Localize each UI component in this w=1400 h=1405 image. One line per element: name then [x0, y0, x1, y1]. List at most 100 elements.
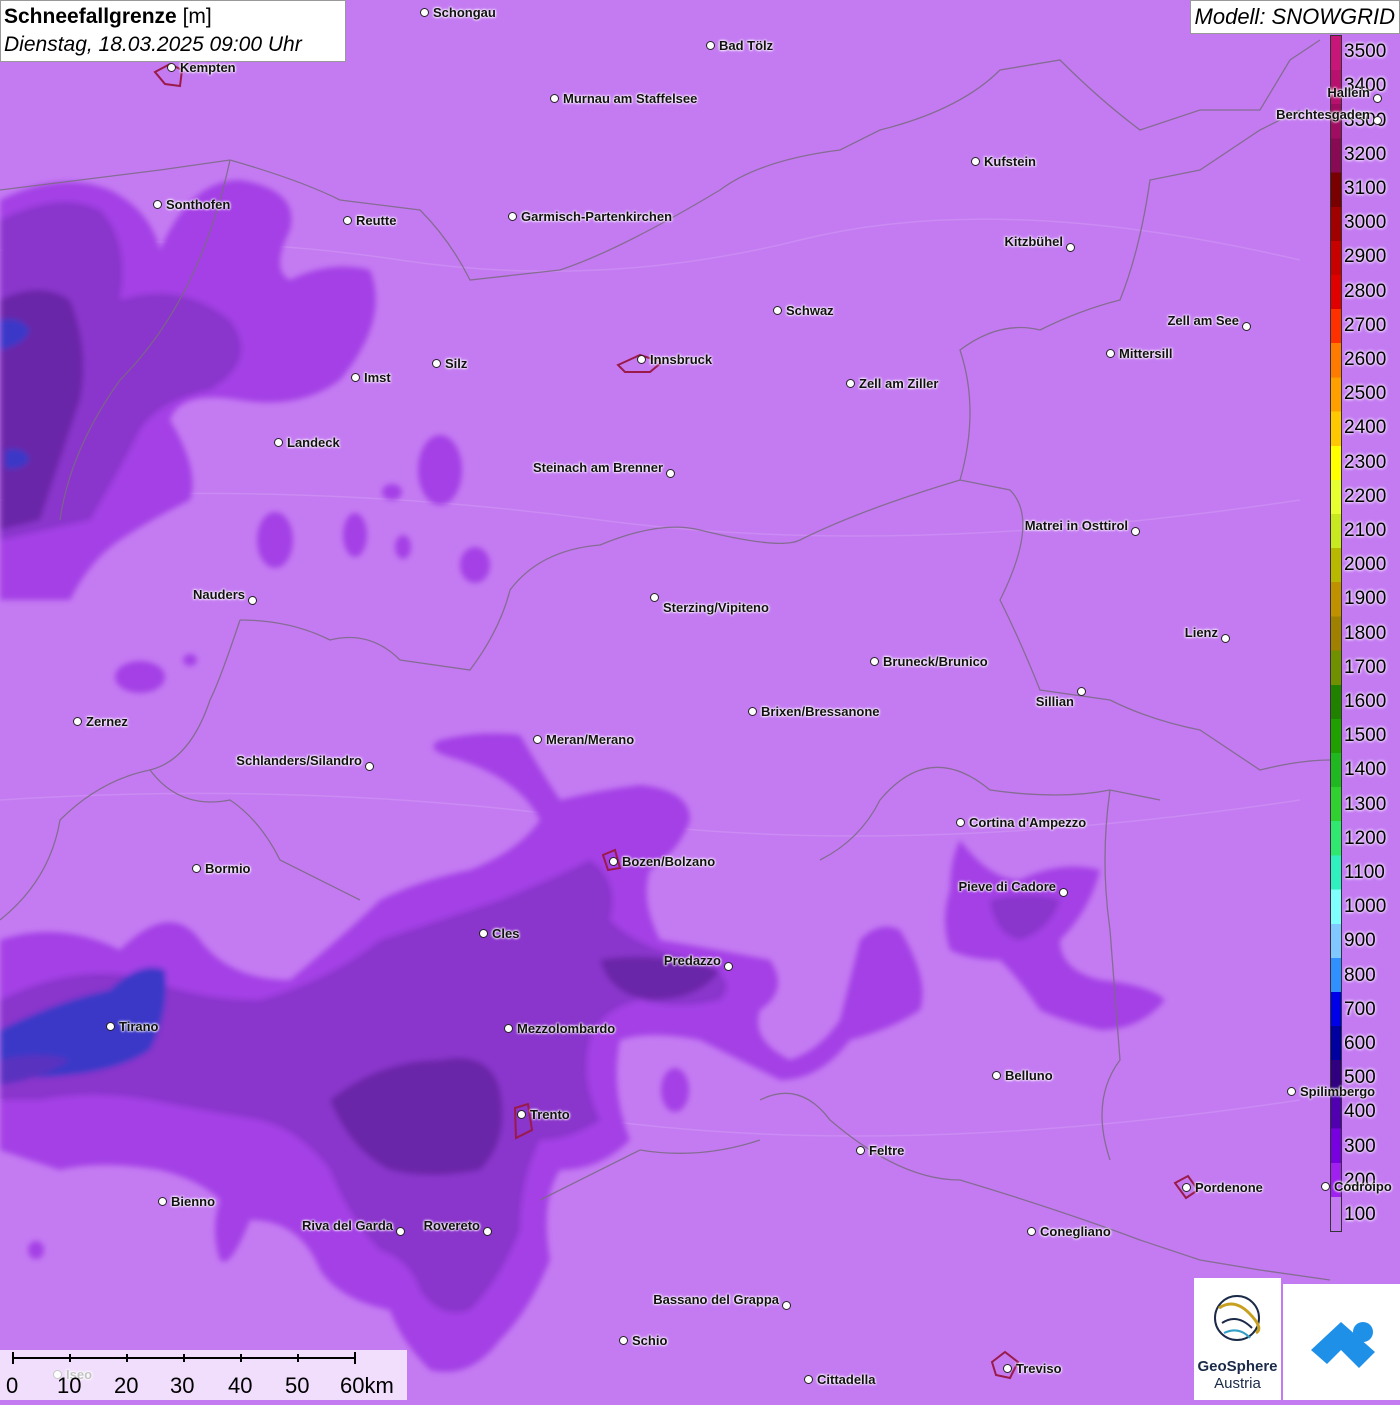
city-label: Imst [364, 370, 391, 385]
city-marker [550, 94, 559, 103]
city-marker [158, 1197, 167, 1206]
city-label: Landeck [287, 435, 340, 450]
city-marker [870, 657, 879, 666]
city-label: Brixen/Bressanone [761, 704, 880, 719]
city-label: Rovereto [423, 1218, 480, 1233]
legend-label: 300 [1344, 1135, 1376, 1157]
city-marker [748, 707, 757, 716]
legend-label: 1100 [1344, 861, 1385, 883]
app-logo[interactable] [1283, 1284, 1400, 1400]
legend-label: 2200 [1344, 485, 1387, 507]
city-label: Hallein [1327, 85, 1370, 100]
city-marker [396, 1227, 405, 1236]
geosphere-text-1: GeoSphere [1197, 1358, 1278, 1375]
city-label: Predazzo [663, 953, 721, 968]
city-marker [420, 8, 429, 17]
city-marker [1287, 1087, 1296, 1096]
legend-label: 1500 [1344, 725, 1387, 747]
city-marker [343, 216, 352, 225]
city-marker [365, 762, 374, 771]
legend-label: 100 [1344, 1203, 1376, 1225]
geosphere-logo[interactable]: GeoSphere Austria [1194, 1278, 1281, 1400]
model-label: Modell: SNOWGRID [1189, 0, 1400, 34]
geosphere-logo-icon [1214, 1295, 1261, 1341]
legend-label: 1600 [1344, 690, 1387, 712]
city-marker [992, 1071, 1001, 1080]
city-marker [517, 1110, 526, 1119]
legend-label: 900 [1344, 930, 1376, 952]
city-label: Sonthofen [166, 197, 231, 212]
city-label: Cles [492, 926, 520, 941]
city-marker [432, 359, 441, 368]
city-label: Spilimbergo [1300, 1084, 1376, 1099]
city-marker [637, 355, 646, 364]
legend-label: 2400 [1344, 417, 1387, 439]
city-label: Steinach am Brenner [532, 460, 663, 475]
legend-label: 1900 [1344, 588, 1387, 610]
legend-label: 800 [1344, 964, 1376, 986]
city-marker [508, 212, 517, 221]
city-marker [504, 1024, 513, 1033]
city-label: Feltre [869, 1143, 905, 1158]
city-marker [73, 717, 82, 726]
city-label: Murnau am Staffelsee [563, 91, 698, 106]
city-marker [666, 469, 675, 478]
city-label: Kufstein [984, 154, 1036, 169]
city-marker [782, 1301, 791, 1310]
city-label: Sterzing/Vipiteno [663, 600, 769, 615]
city-label: Lienz [1184, 625, 1218, 640]
scale-label: 60km [340, 1373, 394, 1398]
city-label: Kempten [180, 60, 236, 75]
city-label: Meran/Merano [546, 732, 635, 747]
scale-label: 20 [114, 1373, 139, 1398]
city-marker [650, 593, 659, 602]
legend-label: 2100 [1344, 519, 1387, 541]
legend-label: 2000 [1344, 554, 1387, 576]
city-marker [106, 1022, 115, 1031]
legend-label: 600 [1344, 1032, 1376, 1054]
city-marker [1182, 1183, 1191, 1192]
city-label: Schongau [433, 5, 496, 20]
city-marker [153, 200, 162, 209]
city-marker [479, 929, 488, 938]
city-label: Schwaz [786, 303, 834, 318]
legend-label: 700 [1344, 998, 1376, 1020]
city-label: Garmisch-Partenkirchen [521, 209, 673, 224]
scale-ticks [12, 1352, 356, 1364]
city-marker [609, 857, 618, 866]
legend-label: 2700 [1344, 314, 1387, 336]
city-marker [1066, 243, 1075, 252]
legend-label: 3500 [1344, 41, 1387, 63]
city-marker [248, 596, 257, 605]
city-label: Bormio [205, 861, 251, 876]
city-label: Treviso [1016, 1361, 1062, 1376]
city-label: Pieve di Cadore [958, 879, 1056, 894]
city-label: Matrei in Osttirol [1024, 518, 1128, 533]
legend-label: 2500 [1344, 383, 1387, 405]
legend-label: 1800 [1344, 622, 1387, 644]
city-label: Bad Tölz [719, 38, 774, 53]
city-label: Mezzolombardo [517, 1021, 616, 1036]
scale-label: 0 [6, 1373, 19, 1398]
city-marker [971, 157, 980, 166]
city-label: Reutte [356, 213, 397, 228]
city-label: Tirano [119, 1019, 159, 1034]
city-marker [533, 735, 542, 744]
legend-label: 3000 [1344, 212, 1387, 234]
city-marker [724, 962, 733, 971]
city-marker [167, 63, 176, 72]
city-label: Sillian [1035, 694, 1074, 709]
city-marker [1131, 527, 1140, 536]
geosphere-text-2: Austria [1214, 1375, 1261, 1392]
city-label: Cittadella [817, 1372, 876, 1387]
city-marker [1027, 1227, 1036, 1236]
legend-colorbar [1330, 35, 1342, 1232]
legend-label: 1400 [1344, 759, 1387, 781]
scale-label: 10 [57, 1373, 82, 1398]
legend-label: 1700 [1344, 656, 1387, 678]
city-label: Nauders [192, 587, 245, 602]
title-box: Schneefallgrenze [m] Dienstag, 18.03.202… [0, 0, 346, 62]
city-label: Kitzbühel [1004, 234, 1064, 249]
city-marker [483, 1227, 492, 1236]
city-marker [1321, 1182, 1330, 1191]
